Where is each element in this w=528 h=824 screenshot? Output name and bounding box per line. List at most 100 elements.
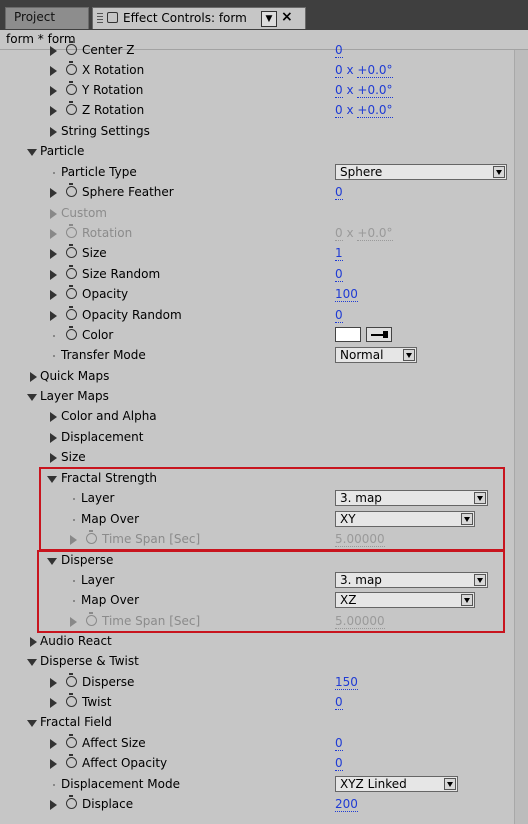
eyedropper-icon[interactable] [366,327,392,342]
prop-value[interactable]: 0 [335,308,343,323]
expand-triangle-icon[interactable] [50,453,57,463]
degrees-value[interactable]: +0.0° [357,103,393,118]
stopwatch-icon[interactable] [66,673,77,687]
transfer-mode-dropdown[interactable]: Normal [335,347,417,363]
group-label: Custom [61,206,107,220]
lock-icon[interactable] [107,12,118,23]
expand-triangle-icon[interactable] [50,249,57,259]
map-over-dropdown[interactable]: XZ [335,592,475,608]
map-over-dropdown[interactable]: XY [335,511,475,527]
displacement-mode-dropdown[interactable]: XYZ Linked [335,776,458,792]
stopwatch-icon[interactable] [66,326,77,340]
vertical-scrollbar[interactable] [514,50,528,824]
prop-value[interactable]: 150 [335,675,358,690]
prop-value[interactable]: 0 [335,736,343,751]
prop-label: Opacity [82,287,129,301]
stopwatch-icon[interactable] [66,41,77,55]
group-row-disperse-twist[interactable]: Disperse & Twist [0,652,514,672]
group-row-size-map[interactable]: Size [0,448,514,468]
layer-dropdown[interactable]: 3. map [335,490,488,506]
prop-label: Map Over [81,593,140,607]
prop-value[interactable]: 100 [335,287,358,302]
collapse-triangle-icon[interactable] [27,394,37,401]
group-row-color-and-alpha[interactable]: Color and Alpha [0,407,514,427]
expand-triangle-icon[interactable] [50,66,57,76]
collapse-triangle-icon[interactable] [47,476,57,483]
stopwatch-icon[interactable] [66,265,77,279]
prop-value[interactable]: 0 [335,185,343,200]
expand-triangle-icon[interactable] [30,372,37,382]
close-icon[interactable]: × [281,9,293,25]
tab-effect-controls[interactable]: Effect Controls: form ▼ × [92,7,306,29]
expand-triangle-icon[interactable] [50,188,57,198]
expand-triangle-icon [50,209,57,219]
stopwatch-icon[interactable] [66,734,77,748]
prop-value[interactable]: 0 [335,695,343,710]
revolutions-value[interactable]: 0 [335,63,343,78]
expand-triangle-icon[interactable] [50,678,57,688]
expand-triangle-icon [50,229,57,239]
expand-triangle-icon[interactable] [50,127,57,137]
expand-triangle-icon[interactable] [50,270,57,280]
group-row-disperse-map[interactable]: Disperse [0,551,514,571]
color-swatch[interactable] [335,327,361,342]
degrees-value: +0.0° [357,226,393,241]
degrees-value[interactable]: +0.0° [357,83,393,98]
group-row-layer-maps[interactable]: Layer Maps [0,387,514,407]
prop-label: Map Over [81,512,140,526]
group-row-fractal-field[interactable]: Fractal Field [0,713,514,733]
collapse-triangle-icon[interactable] [27,659,37,666]
stopwatch-icon[interactable] [66,244,77,258]
degrees-value[interactable]: +0.0° [357,63,393,78]
expand-triangle-icon[interactable] [50,739,57,749]
stopwatch-icon[interactable] [66,101,77,115]
group-row-fractal-strength[interactable]: Fractal Strength [0,469,514,489]
stopwatch-icon[interactable] [66,693,77,707]
group-row-audio-react[interactable]: Audio React [0,632,514,652]
group-row-string-settings[interactable]: String Settings [0,122,514,142]
group-row-quick-maps[interactable]: Quick Maps [0,367,514,387]
expand-triangle-icon[interactable] [50,433,57,443]
expand-triangle-icon[interactable] [50,106,57,116]
panel-grip-icon[interactable] [97,13,103,25]
particle-type-dropdown[interactable]: Sphere [335,164,507,180]
group-row-particle[interactable]: Particle [0,142,514,162]
expand-triangle-icon[interactable] [50,311,57,321]
group-label: Fractal Field [40,715,112,729]
revolutions-value[interactable]: 0 [335,83,343,98]
expand-triangle-icon[interactable] [50,412,57,422]
prop-value[interactable]: 200 [335,797,358,812]
stopwatch-icon[interactable] [66,183,77,197]
prop-value[interactable]: 0 [335,756,343,771]
prop-value[interactable]: 0 [335,267,343,282]
stopwatch-icon[interactable] [66,81,77,95]
panel-menu-button[interactable]: ▼ [261,11,277,27]
expand-triangle-icon[interactable] [50,800,57,810]
expand-triangle-icon[interactable] [50,698,57,708]
prop-row-center-z: Center Z 0 [0,41,514,61]
prop-row-twist: Twist 0 [0,693,514,713]
prop-row-size: Size 1 [0,244,514,264]
prop-label: Y Rotation [82,83,144,97]
collapse-triangle-icon[interactable] [27,720,37,727]
stopwatch-icon[interactable] [66,61,77,75]
revolutions-value[interactable]: 0 [335,103,343,118]
layer-dropdown[interactable]: 3. map [335,572,488,588]
stopwatch-icon[interactable] [66,754,77,768]
expand-triangle-icon[interactable] [50,759,57,769]
chevron-down-icon [461,513,473,525]
stopwatch-icon[interactable] [66,795,77,809]
expand-triangle-icon[interactable] [50,86,57,96]
stopwatch-icon[interactable] [66,285,77,299]
prop-value[interactable]: 1 [335,246,343,261]
stopwatch-icon[interactable] [66,306,77,320]
prop-row-sphere-feather: Sphere Feather 0 [0,183,514,203]
collapse-triangle-icon[interactable] [47,558,57,565]
expand-triangle-icon[interactable] [50,46,57,56]
expand-triangle-icon[interactable] [50,290,57,300]
group-row-displacement[interactable]: Displacement [0,428,514,448]
expand-triangle-icon[interactable] [30,637,37,647]
tab-project[interactable]: Project [5,7,89,29]
collapse-triangle-icon[interactable] [27,149,37,156]
prop-value[interactable]: 0 [335,43,343,58]
